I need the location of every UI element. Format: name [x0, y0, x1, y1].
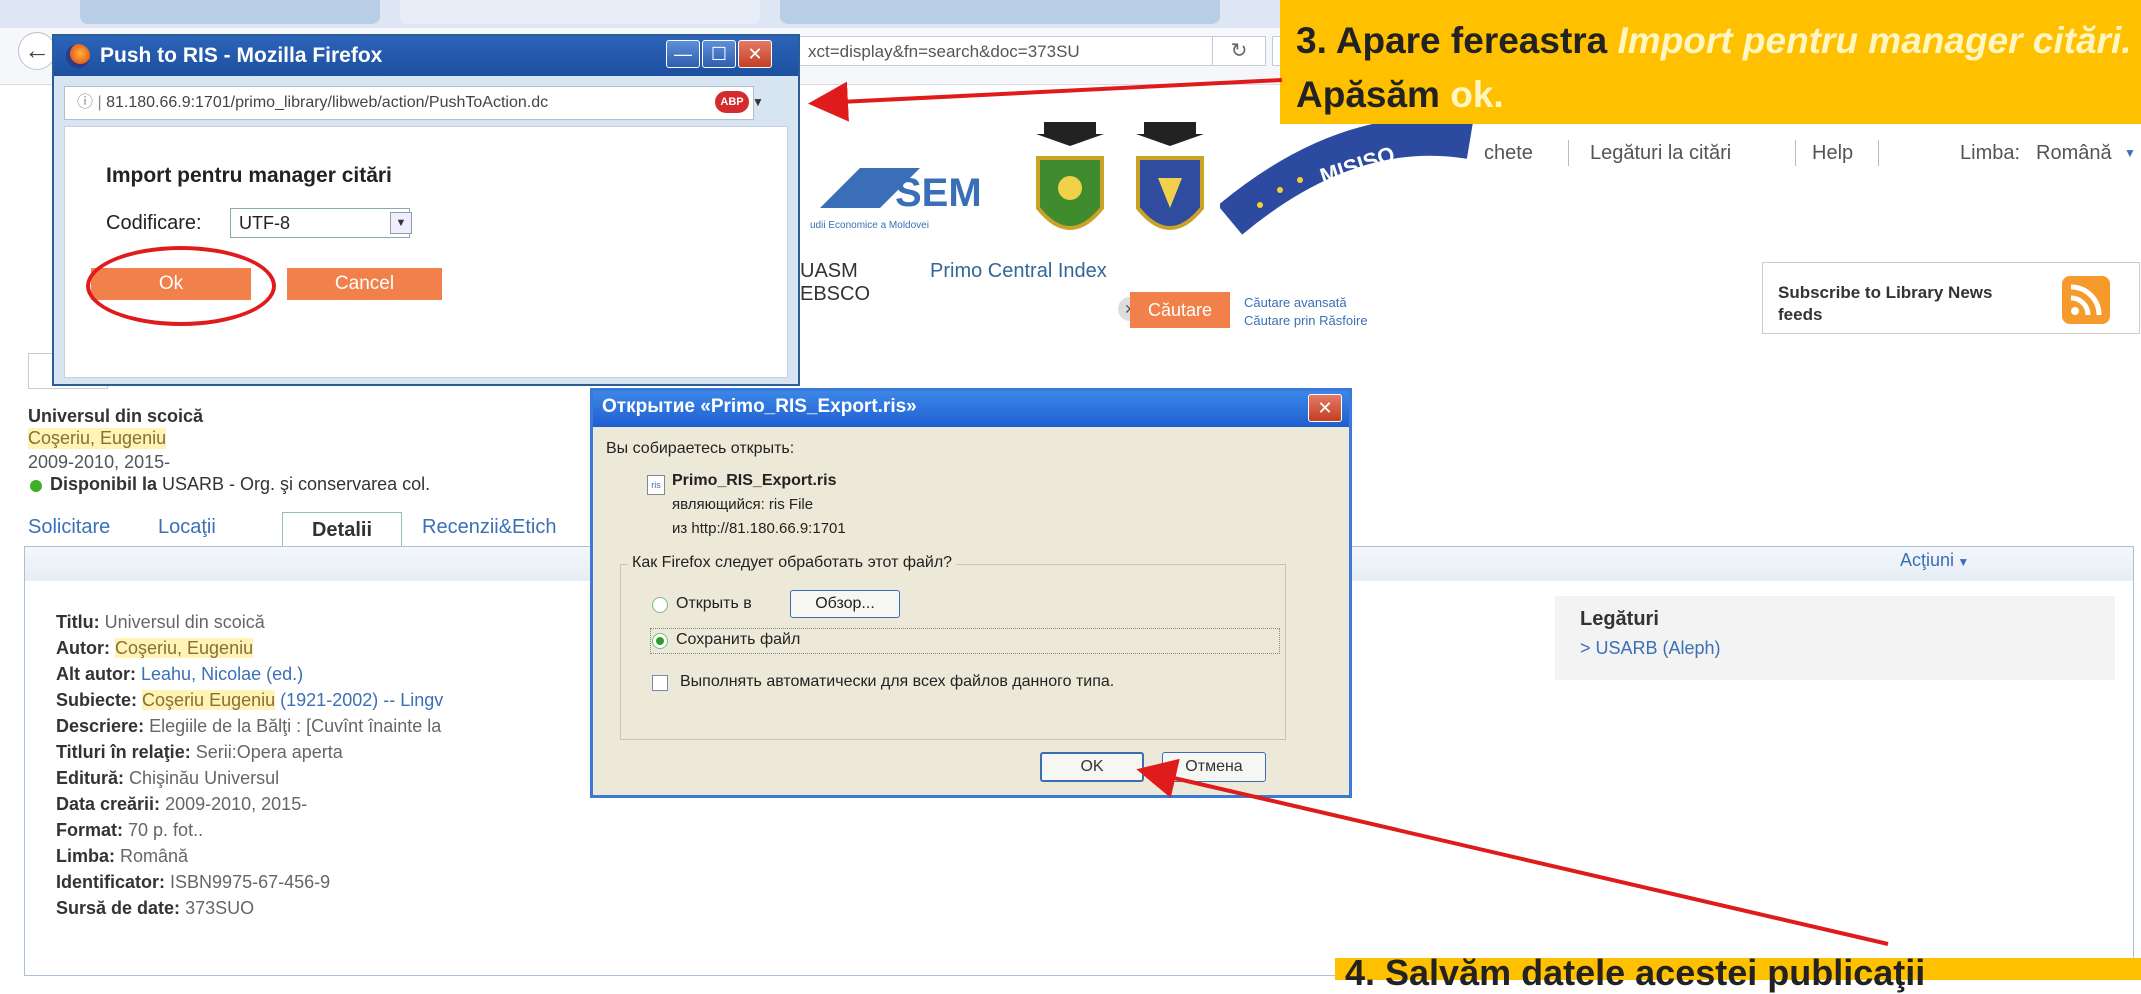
annotation-arrows — [808, 78, 1889, 946]
arrow-to-dialog — [808, 78, 1283, 122]
arrow-to-ok — [1136, 758, 1889, 946]
